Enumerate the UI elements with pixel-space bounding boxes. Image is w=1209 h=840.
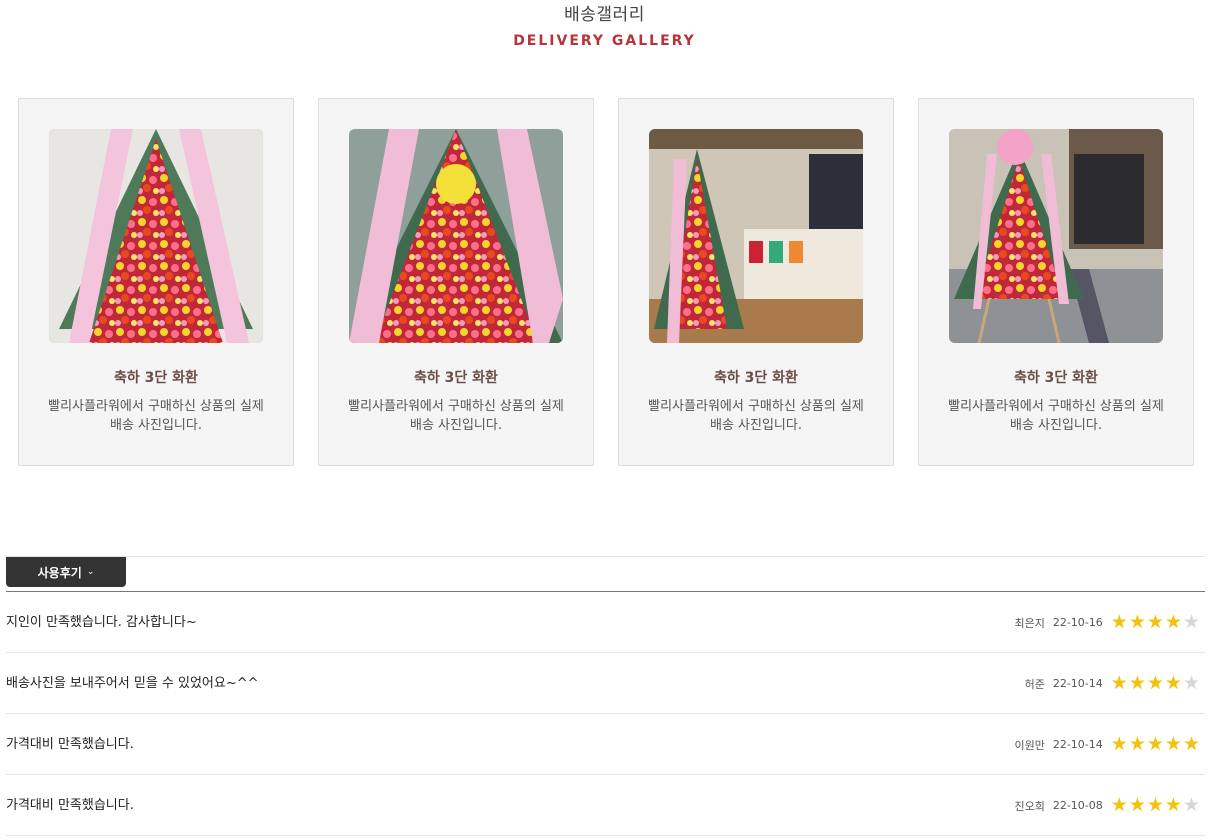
star-filled-icon: ★ [1110, 611, 1128, 633]
review-author: 최은지 [1014, 616, 1045, 630]
star-empty-icon: ★ [1182, 672, 1200, 694]
review-date: 22-10-16 [1052, 616, 1103, 629]
star-filled-icon: ★ [1164, 733, 1182, 755]
star-filled-icon: ★ [1146, 733, 1164, 755]
star-filled-icon: ★ [1128, 794, 1146, 816]
gallery-card-title: 축하 3단 화환 [1014, 370, 1098, 386]
gallery-card-description: 빨리사플라워에서 구매하신 상품의 실제 배송 사진입니다. [948, 399, 1164, 433]
star-rating: ★ ★ ★ ★ ★ [1111, 674, 1200, 693]
gallery-card-description: 빨리사플라워에서 구매하신 상품의 실제 배송 사진입니다. [348, 399, 564, 433]
star-filled-icon: ★ [1146, 794, 1164, 816]
chevron-down-icon: ⌄ [86, 567, 95, 577]
review-row[interactable]: 가격대비 만족했습니다. 진오희 22-10-08 ★ ★ ★ ★ ★ [6, 775, 1205, 836]
review-meta: 최은지 22-10-16 ★ ★ ★ ★ ★ [1014, 592, 1200, 653]
review-author: 이원만 [1014, 738, 1045, 752]
tab-reviews-label: 사용후기 [37, 565, 82, 580]
review-row[interactable]: 지인이 만족했습니다. 감사합니다~ 최은지 22-10-16 ★ ★ ★ ★ ★ [6, 592, 1205, 653]
review-list: 지인이 만족했습니다. 감사합니다~ 최은지 22-10-16 ★ ★ ★ ★ ★ 배송… [6, 592, 1205, 836]
gallery-card-description: 빨리사플라워에서 구매하신 상품의 실제 배송 사진입니다. [648, 399, 864, 433]
star-rating: ★ ★ ★ ★ ★ [1111, 613, 1200, 632]
gallery-card[interactable]: 축하 3단 화환 빨리사플라워에서 구매하신 상품의 실제 배송 사진입니다. [18, 98, 294, 466]
star-filled-icon: ★ [1110, 794, 1128, 816]
review-meta: 이원만 22-10-14 ★ ★ ★ ★ ★ [1014, 714, 1200, 775]
star-filled-icon: ★ [1164, 794, 1182, 816]
star-empty-icon: ★ [1182, 794, 1200, 816]
gallery-header: 배송갤러리 DELIVERY GALLERY [0, 0, 1209, 50]
star-empty-icon: ★ [1182, 611, 1200, 633]
review-row[interactable]: 가격대비 만족했습니다. 이원만 22-10-14 ★ ★ ★ ★ ★ [6, 714, 1205, 775]
gallery-subtitle: DELIVERY GALLERY [513, 33, 696, 49]
divider [6, 556, 1205, 557]
star-filled-icon: ★ [1128, 672, 1146, 694]
tab-reviews[interactable]: 사용후기 ⌄ [6, 557, 126, 587]
delivery-photo[interactable] [349, 129, 563, 343]
gallery-card-title: 축하 3단 화환 [414, 370, 498, 386]
delivery-photo[interactable] [649, 129, 863, 343]
review-date: 22-10-14 [1052, 738, 1103, 751]
star-filled-icon: ★ [1164, 672, 1182, 694]
review-text[interactable]: 가격대비 만족했습니다. [6, 775, 134, 836]
gallery-card[interactable]: 축하 3단 화환 빨리사플라워에서 구매하신 상품의 실제 배송 사진입니다. [318, 98, 594, 466]
star-filled-icon: ★ [1128, 611, 1146, 633]
star-filled-icon: ★ [1146, 611, 1164, 633]
delivery-photo[interactable] [49, 129, 263, 343]
star-filled-icon: ★ [1128, 733, 1146, 755]
review-text[interactable]: 가격대비 만족했습니다. [6, 714, 134, 775]
review-text[interactable]: 배송사진을 보내주어서 믿을 수 있었어요~^^ [6, 653, 259, 714]
gallery-card[interactable]: 축하 3단 화환 빨리사플라워에서 구매하신 상품의 실제 배송 사진입니다. [618, 98, 894, 466]
review-text[interactable]: 지인이 만족했습니다. 감사합니다~ [6, 592, 197, 653]
star-rating: ★ ★ ★ ★ ★ [1111, 735, 1200, 754]
review-meta: 허준 22-10-14 ★ ★ ★ ★ ★ [1025, 653, 1200, 714]
star-filled-icon: ★ [1164, 611, 1182, 633]
star-rating: ★ ★ ★ ★ ★ [1111, 796, 1200, 815]
review-meta: 진오희 22-10-08 ★ ★ ★ ★ ★ [1014, 775, 1200, 836]
gallery-card[interactable]: 축하 3단 화환 빨리사플라워에서 구매하신 상품의 실제 배송 사진입니다. [918, 98, 1194, 466]
delivery-gallery-list: 축하 3단 화환 빨리사플라워에서 구매하신 상품의 실제 배송 사진입니다. … [18, 98, 1194, 466]
review-author: 허준 [1024, 677, 1045, 691]
star-filled-icon: ★ [1146, 672, 1164, 694]
delivery-photo[interactable] [949, 129, 1163, 343]
star-filled-icon: ★ [1110, 672, 1128, 694]
review-row[interactable]: 배송사진을 보내주어서 믿을 수 있었어요~^^ 허준 22-10-14 ★ ★ ★… [6, 653, 1205, 714]
review-date: 22-10-08 [1052, 799, 1103, 812]
gallery-title: 배송갤러리 [564, 5, 645, 25]
review-date: 22-10-14 [1052, 677, 1103, 690]
gallery-card-description: 빨리사플라워에서 구매하신 상품의 실제 배송 사진입니다. [48, 399, 264, 433]
review-author: 진오희 [1014, 799, 1045, 813]
star-filled-icon: ★ [1110, 733, 1128, 755]
gallery-card-title: 축하 3단 화환 [714, 370, 798, 386]
gallery-card-title: 축하 3단 화환 [114, 370, 198, 386]
star-filled-icon: ★ [1182, 733, 1200, 755]
